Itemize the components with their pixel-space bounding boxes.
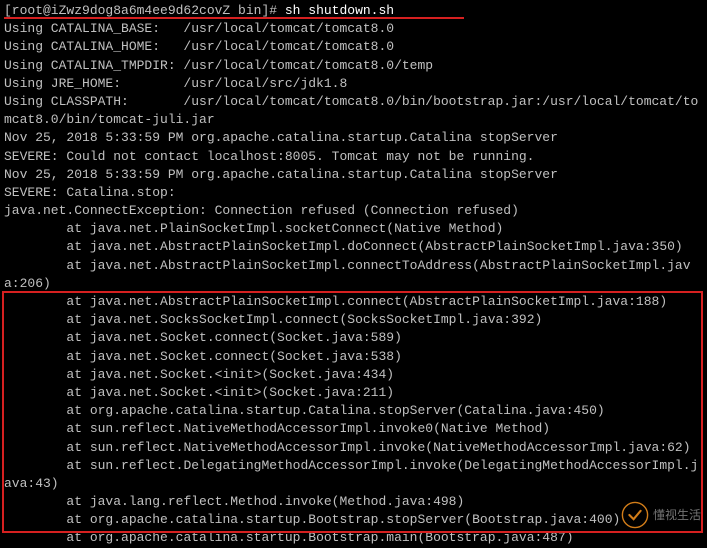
output-line: Using CATALINA_TMPDIR: /usr/local/tomcat…: [4, 57, 703, 75]
output-line: at sun.reflect.NativeMethodAccessorImpl.…: [4, 439, 703, 457]
output-line: at java.lang.reflect.Method.invoke(Metho…: [4, 493, 703, 511]
output-line: Using CATALINA_BASE: /usr/local/tomcat/t…: [4, 20, 703, 38]
output-line: Nov 25, 2018 5:33:59 PM org.apache.catal…: [4, 166, 703, 184]
watermark: 懂视生活: [621, 501, 701, 529]
output-line: at org.apache.catalina.startup.Catalina.…: [4, 402, 703, 420]
output-line: at java.net.SocksSocketImpl.connect(Sock…: [4, 311, 703, 329]
output-line: at sun.reflect.NativeMethodAccessorImpl.…: [4, 420, 703, 438]
output-line: SEVERE: Catalina.stop:: [4, 184, 703, 202]
output-line: Nov 25, 2018 5:33:59 PM org.apache.catal…: [4, 129, 703, 147]
shell-prompt: [root@iZwz9dog8a6m4ee9d62covZ bin]#: [4, 3, 277, 18]
terminal-output: Using CATALINA_BASE: /usr/local/tomcat/t…: [4, 20, 703, 547]
annotation-underline: [4, 17, 464, 19]
output-line: at java.net.AbstractPlainSocketImpl.doCo…: [4, 238, 703, 256]
output-line: at java.net.PlainSocketImpl.socketConnec…: [4, 220, 703, 238]
output-line: at sun.reflect.DelegatingMethodAccessorI…: [4, 457, 703, 493]
output-line: Using CATALINA_HOME: /usr/local/tomcat/t…: [4, 38, 703, 56]
watermark-icon: [621, 501, 649, 529]
shell-command[interactable]: sh shutdown.sh: [285, 3, 394, 18]
output-line: Using JRE_HOME: /usr/local/src/jdk1.8: [4, 75, 703, 93]
output-line: java.net.ConnectException: Connection re…: [4, 202, 703, 220]
output-line: at java.net.AbstractPlainSocketImpl.conn…: [4, 257, 703, 293]
watermark-text: 懂视生活: [653, 507, 701, 524]
output-line: Using CLASSPATH: /usr/local/tomcat/tomca…: [4, 93, 703, 129]
output-line: at java.net.Socket.<init>(Socket.java:43…: [4, 366, 703, 384]
output-line: at java.net.Socket.connect(Socket.java:5…: [4, 329, 703, 347]
output-line: SEVERE: Could not contact localhost:8005…: [4, 148, 703, 166]
output-line: at org.apache.catalina.startup.Bootstrap…: [4, 511, 703, 529]
output-line: at java.net.Socket.connect(Socket.java:5…: [4, 348, 703, 366]
output-line: at org.apache.catalina.startup.Bootstrap…: [4, 529, 703, 547]
output-line: at java.net.Socket.<init>(Socket.java:21…: [4, 384, 703, 402]
output-line: at java.net.AbstractPlainSocketImpl.conn…: [4, 293, 703, 311]
